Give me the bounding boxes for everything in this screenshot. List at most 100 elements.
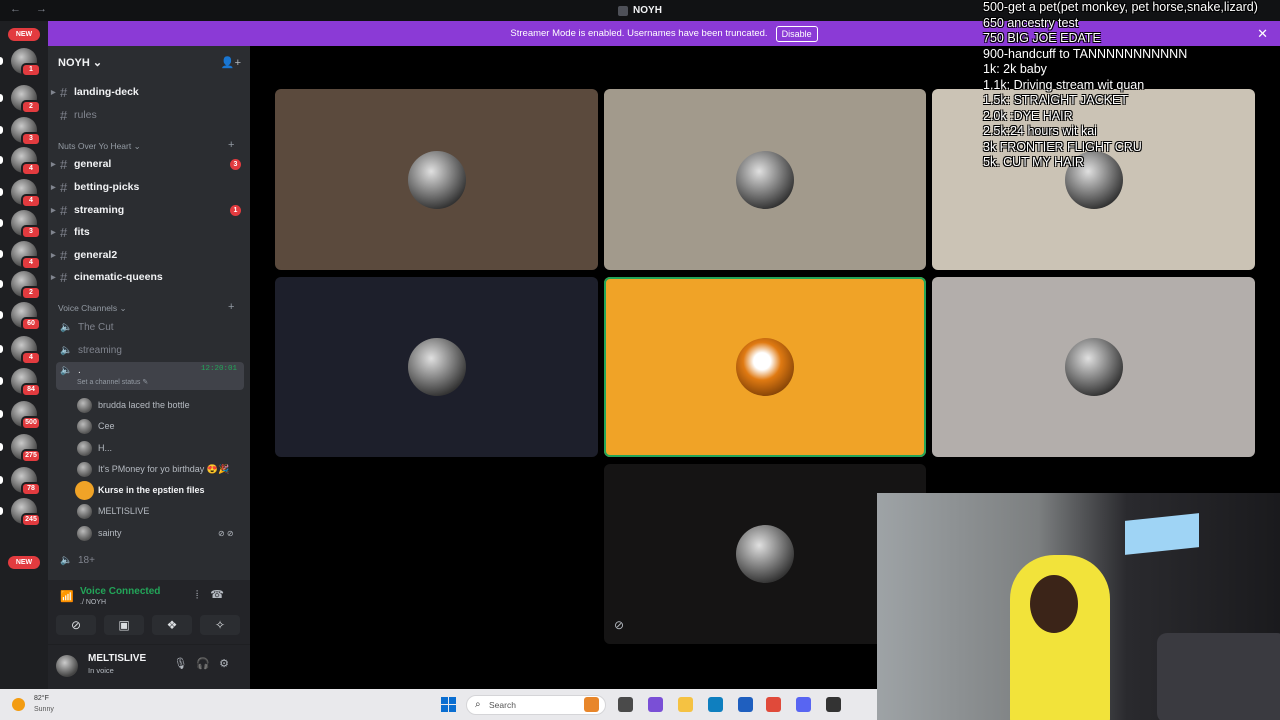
taskbar-app-icon[interactable]: [766, 697, 781, 712]
unread-pill: [0, 377, 3, 385]
video-off-button[interactable]: ⊘: [56, 615, 96, 635]
screen-share-button[interactable]: ▣: [104, 615, 144, 635]
channel-rules[interactable]: # rules: [56, 105, 244, 125]
taskbar-app-icon[interactable]: [708, 697, 723, 712]
participant-tile[interactable]: [604, 277, 926, 457]
unread-pill: [0, 219, 3, 227]
voice-member[interactable]: MELTISLIVE: [77, 502, 149, 520]
avatar: [77, 482, 92, 498]
hash-icon: #: [60, 224, 68, 240]
voice-status[interactable]: Voice Connected: [80, 586, 160, 597]
server-icon[interactable]: 1: [11, 48, 41, 77]
unread-indicator: ▶: [51, 252, 56, 259]
taskbar-app-icon[interactable]: [678, 697, 693, 712]
taskbar-app-icon[interactable]: [618, 697, 633, 712]
disable-button[interactable]: Disable: [775, 25, 818, 42]
server-icon[interactable]: 4: [11, 241, 41, 270]
unread-pill: [0, 443, 3, 451]
server-icon[interactable]: 245: [11, 498, 41, 527]
channel-streaming[interactable]: ▶ # streaming 1: [51, 200, 244, 220]
taskbar-app-icon[interactable]: [826, 697, 841, 712]
set-status-link[interactable]: Set a channel status ✎: [77, 378, 148, 386]
call-timer: 12:20:01: [200, 365, 237, 373]
avatar: [407, 150, 466, 209]
mention-badge: 275: [21, 449, 41, 463]
headset-icon[interactable]: 🎧: [196, 658, 219, 670]
voice-member[interactable]: brudda laced the bottle: [77, 396, 190, 414]
server-icon[interactable]: 500: [11, 401, 41, 430]
unread-indicator: ▶: [51, 274, 56, 281]
voice-channel-streaming[interactable]: 🔈 streaming: [56, 340, 244, 360]
gear-icon[interactable]: ⚙: [219, 658, 238, 670]
taskbar-app-icon[interactable]: [584, 697, 599, 712]
sun-icon: [12, 698, 25, 711]
noise-icon[interactable]: ⦙: [196, 589, 210, 601]
unread-pill: [0, 410, 3, 418]
signal-icon[interactable]: 📶: [60, 590, 74, 603]
channel-general[interactable]: ▶ # general 3: [51, 154, 244, 174]
server-name[interactable]: NOYH ⌄: [58, 56, 102, 69]
participant-tile[interactable]: [604, 89, 926, 270]
channel-betting-picks[interactable]: ▶ # betting-picks: [51, 177, 244, 197]
taskbar-app-icon[interactable]: [738, 697, 753, 712]
channel-fits[interactable]: ▶ # fits: [51, 222, 244, 242]
username[interactable]: MELTISLIVE: [88, 653, 146, 664]
soundboard-button[interactable]: ✧: [200, 615, 240, 635]
voice-controls: ⦙☎: [196, 588, 236, 602]
channel-general2[interactable]: ▶ # general2: [51, 245, 244, 265]
nav-arrows[interactable]: ← →: [10, 3, 53, 15]
goal-line: 1.5k: STRAIGHT JACKET: [983, 93, 1128, 107]
server-icon[interactable]: 275: [11, 434, 41, 463]
add-channel-icon[interactable]: +: [228, 301, 234, 313]
video-off-icon[interactable]: ⊘: [614, 618, 624, 632]
avatar[interactable]: [56, 655, 78, 677]
user-controls: 🎙🎧⚙: [173, 657, 238, 670]
unread-pill: [0, 507, 3, 515]
hash-icon: #: [60, 179, 68, 195]
voice-member[interactable]: Cee: [77, 417, 115, 435]
channel-label: rules: [74, 109, 97, 121]
taskbar-app-icon[interactable]: [648, 697, 663, 712]
category-voice-channels[interactable]: Voice Channels ⌄ +: [58, 301, 234, 314]
server-icon[interactable]: 84: [11, 368, 41, 397]
goal-line: 3k FRONTIER FLIGHT CRU: [983, 139, 1142, 154]
goal-line: 1k: 2k baby: [983, 62, 1047, 76]
server-icon[interactable]: 3: [11, 117, 41, 146]
banner-text: Streamer Mode is enabled. Usernames have…: [510, 28, 768, 39]
voice-member[interactable]: H...: [77, 439, 112, 457]
mention-badge: 4: [21, 256, 41, 270]
server-icon[interactable]: 2: [11, 271, 41, 300]
server-icon[interactable]: 2: [11, 85, 41, 114]
server-icon[interactable]: 4: [11, 336, 41, 365]
server-icon[interactable]: 4: [11, 147, 41, 176]
mention-badge: 60: [21, 317, 41, 331]
voice-member[interactable]: sainty ⊘ ⊘: [77, 524, 234, 542]
taskbar-app-icon[interactable]: [796, 697, 811, 712]
participant-tile[interactable]: [275, 277, 598, 457]
voice-channel-active[interactable]: 🔈 . 12:20:01 Set a channel status ✎: [56, 362, 244, 390]
mic-icon[interactable]: 🎙: [173, 658, 196, 670]
monitor-glow: [1125, 513, 1199, 555]
voice-connected-panel: 📶 Voice Connected ./ NOYH ⦙☎ ⊘ ▣ ❖ ✧: [48, 580, 250, 645]
server-icon[interactable]: 60: [11, 302, 41, 331]
add-channel-icon[interactable]: +: [228, 139, 234, 151]
server-icon[interactable]: 4: [11, 179, 41, 208]
voice-member[interactable]: It's PMoney for yo birthday 😍🎉: [77, 460, 229, 478]
windows-taskbar: 82°F Sunny ⌕ Search: [0, 689, 877, 720]
category-nuts-over-yo-heart[interactable]: Nuts Over Yo Heart ⌄ +: [58, 139, 234, 152]
server-icon[interactable]: 3: [11, 210, 41, 239]
server-icon[interactable]: 78: [11, 467, 41, 496]
windows-start-icon[interactable]: [441, 697, 456, 712]
unread-pill: [0, 188, 3, 196]
participant-tile[interactable]: [932, 277, 1255, 457]
new-badge: NEW: [8, 556, 40, 569]
voice-channel-the-cut[interactable]: 🔈 The Cut: [56, 317, 244, 337]
voice-member[interactable]: Kurse in the epstien files: [77, 481, 205, 499]
participant-tile[interactable]: [275, 89, 598, 270]
disconnect-icon[interactable]: ☎: [210, 589, 236, 601]
channel-landing-deck[interactable]: ▶ # landing-deck: [51, 82, 244, 102]
voice-channel-18plus[interactable]: 🔈 18+: [56, 550, 244, 570]
add-member-icon[interactable]: 👤+: [221, 56, 241, 69]
activities-button[interactable]: ❖: [152, 615, 192, 635]
channel-cinematic-queens[interactable]: ▶ # cinematic-queens: [51, 267, 244, 287]
